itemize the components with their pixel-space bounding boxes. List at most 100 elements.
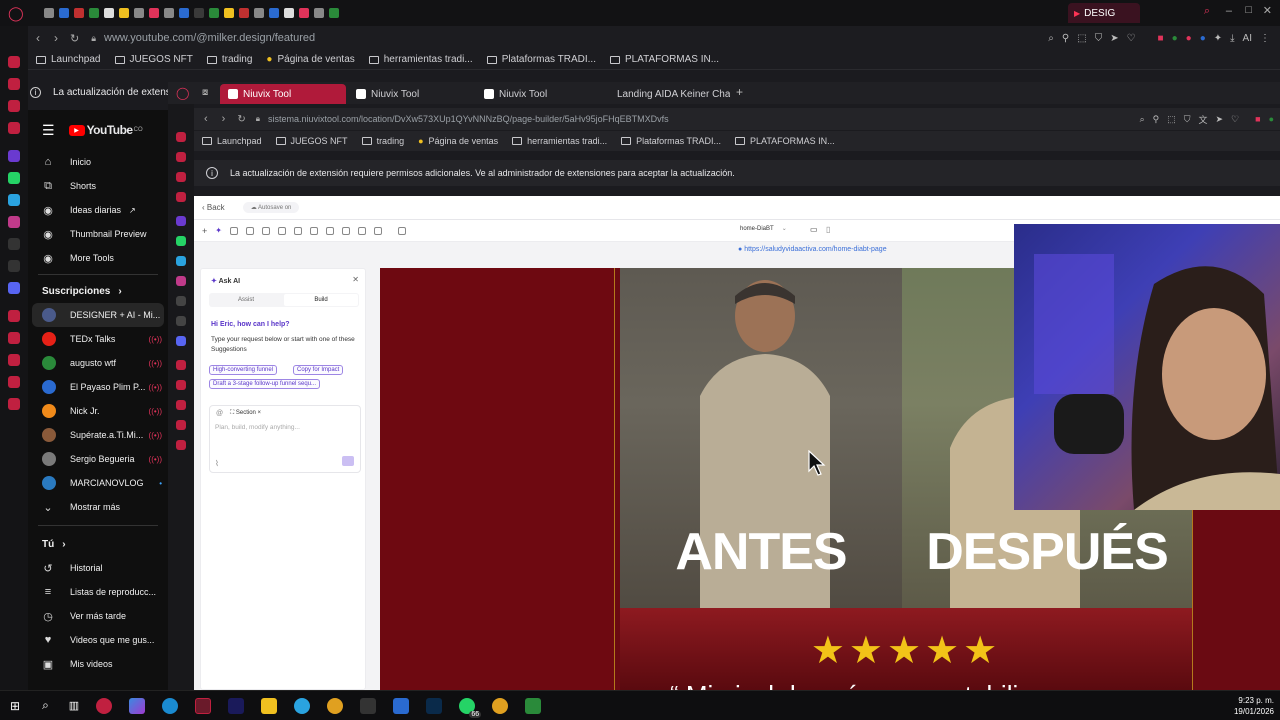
ai-prompt-input[interactable]: @ ⛶ Section × Plan, build, modify anythi… bbox=[209, 405, 361, 473]
blocks-icon[interactable] bbox=[341, 226, 350, 235]
subscriptions-heading[interactable]: Suscripciones › bbox=[28, 279, 168, 303]
menu-icon[interactable]: ⋮ bbox=[1260, 33, 1270, 44]
inner-url-field[interactable]: sistema.niuvixtool.com/location/DvXw573X… bbox=[268, 114, 669, 124]
x-icon[interactable] bbox=[176, 316, 186, 326]
sidebar-app-icon[interactable] bbox=[176, 132, 186, 142]
pin-icon[interactable]: ⚲ bbox=[1062, 33, 1069, 44]
tab-icon[interactable] bbox=[58, 8, 69, 18]
bookmark-plataformas-tradi[interactable]: Plataformas TRADI... bbox=[486, 54, 596, 65]
nav-inicio[interactable]: ⌂ Inicio bbox=[28, 150, 168, 174]
back-button[interactable]: ‹ Back bbox=[202, 203, 225, 212]
bookmark-juegos-nft[interactable]: JUEGOS NFT bbox=[275, 136, 348, 146]
pages-icon[interactable] bbox=[245, 226, 254, 235]
snapshot-icon[interactable]: ⬚ bbox=[1167, 114, 1176, 125]
copilot-icon[interactable] bbox=[129, 697, 146, 714]
file-explorer-icon[interactable] bbox=[261, 697, 278, 714]
sidebar-app-icon[interactable] bbox=[176, 420, 186, 430]
task-view-icon[interactable]: ▥ bbox=[69, 699, 79, 712]
forward-icon[interactable]: › bbox=[54, 31, 58, 45]
bookmark-launchpad[interactable]: Launchpad bbox=[36, 54, 101, 65]
tab-icon[interactable] bbox=[43, 8, 54, 18]
inner-tab-active[interactable]: Niuvix Tool bbox=[220, 84, 346, 104]
tab-icon[interactable] bbox=[268, 8, 279, 18]
inner-tab[interactable]: Niuvix Tool bbox=[348, 84, 474, 104]
desktop-view-icon[interactable]: ▭ bbox=[810, 225, 818, 234]
published-url-link[interactable]: ● https://saludyvidaactiva.com/home-diab… bbox=[738, 246, 887, 253]
zoom-icon[interactable]: ⌕ bbox=[1048, 33, 1054, 44]
tab-icon[interactable] bbox=[313, 8, 324, 18]
extension-icon[interactable]: ● bbox=[1172, 33, 1178, 44]
send-icon[interactable]: ➤ bbox=[1216, 114, 1224, 125]
sidebar-app-icon[interactable] bbox=[8, 78, 20, 90]
bookmark-juegos-nft[interactable]: JUEGOS NFT bbox=[114, 54, 193, 65]
extension-icon[interactable]: ● bbox=[1200, 33, 1206, 44]
bookmark-plataformas-tradi[interactable]: Plataformas TRADI... bbox=[621, 136, 721, 146]
tab-icon[interactable] bbox=[88, 8, 99, 18]
new-tab-icon[interactable]: + bbox=[736, 85, 743, 99]
chrome-icon[interactable] bbox=[327, 697, 344, 714]
opera-logo-icon[interactable]: ◯ bbox=[176, 86, 189, 100]
reload-icon[interactable]: ↻ bbox=[70, 32, 79, 45]
sidebar-app-icon[interactable] bbox=[8, 56, 20, 68]
suggestion-chip[interactable]: High-converting funnel bbox=[209, 365, 278, 375]
globe-icon[interactable] bbox=[357, 226, 366, 235]
mention-icon[interactable]: @ bbox=[216, 410, 223, 417]
database-icon[interactable] bbox=[277, 226, 286, 235]
subscription-item[interactable]: Sergio Begueria ((•)) bbox=[28, 447, 168, 471]
chrome-icon[interactable] bbox=[492, 697, 509, 714]
extension-icon[interactable]: ● bbox=[1269, 114, 1274, 124]
settings-icon[interactable] bbox=[8, 398, 20, 410]
nav-liked-videos[interactable]: ♥ Videos que me gus... bbox=[28, 628, 168, 652]
heart-icon[interactable]: ♡ bbox=[1127, 33, 1136, 44]
discord-icon[interactable] bbox=[8, 282, 20, 294]
snapshot-icon[interactable]: ⬚ bbox=[1077, 33, 1086, 44]
nav-watch-later[interactable]: ◷ Ver más tarde bbox=[28, 604, 168, 628]
send-icon[interactable]: ➤ bbox=[1110, 33, 1118, 44]
show-more-button[interactable]: ⌄ Mostrar más bbox=[28, 495, 168, 519]
tab-icon[interactable] bbox=[193, 8, 204, 18]
sidebar-app-icon[interactable] bbox=[176, 380, 186, 390]
subscription-item[interactable]: augusto wtf ((•)) bbox=[28, 351, 168, 375]
discord-icon[interactable] bbox=[176, 336, 186, 346]
opera-icon[interactable] bbox=[195, 697, 212, 714]
sidebar-app-icon[interactable] bbox=[8, 100, 20, 112]
reload-icon[interactable]: ↻ bbox=[237, 114, 245, 125]
tab-assist[interactable]: Assist bbox=[209, 294, 283, 306]
heart-icon[interactable]: ♡ bbox=[1231, 114, 1239, 125]
popup-icon[interactable] bbox=[325, 226, 334, 235]
photoshop-icon[interactable] bbox=[426, 697, 443, 714]
tab-overview-icon[interactable]: ⧇ bbox=[202, 87, 208, 98]
tab-icon[interactable] bbox=[223, 8, 234, 18]
mobile-view-icon[interactable]: ▯ bbox=[826, 225, 830, 234]
forms-icon[interactable] bbox=[309, 226, 318, 235]
inner-tab[interactable]: Landing AIDA Keiner Char bbox=[604, 84, 730, 104]
download-icon[interactable]: ⤓ bbox=[1230, 33, 1234, 44]
sidebar-app-icon[interactable] bbox=[8, 122, 20, 134]
tab-icon[interactable] bbox=[328, 8, 339, 18]
autosave-badge[interactable]: ☁ Autosave on bbox=[242, 202, 300, 213]
shield-icon[interactable]: ⛉ bbox=[1184, 114, 1191, 125]
system-clock[interactable]: 9:23 p. m. 19/01/2026 bbox=[1234, 695, 1274, 717]
search-icon[interactable]: ⌕ bbox=[42, 698, 49, 713]
sidebar-app-icon[interactable] bbox=[176, 152, 186, 162]
maximize-icon[interactable]: □ bbox=[1245, 4, 1252, 16]
tiktok-icon[interactable] bbox=[176, 296, 186, 306]
add-element-icon[interactable]: + bbox=[202, 226, 207, 236]
back-icon[interactable]: ‹ bbox=[36, 31, 40, 45]
subscription-item[interactable]: El Payaso Plim P... ((•)) bbox=[28, 375, 168, 399]
tab-icon[interactable] bbox=[208, 8, 219, 18]
youtube-logo-icon[interactable]: ▶ bbox=[68, 124, 85, 136]
forward-icon[interactable]: › bbox=[222, 113, 226, 125]
tab-icon[interactable] bbox=[148, 8, 159, 18]
nav-shorts[interactable]: ⧉ Shorts bbox=[28, 174, 168, 198]
shield-icon[interactable]: ⛉ bbox=[1095, 33, 1103, 44]
bookmark-pagina-ventas[interactable]: ● Página de ventas bbox=[418, 136, 498, 146]
sidebar-app-icon[interactable] bbox=[176, 172, 186, 182]
x-icon[interactable] bbox=[8, 260, 20, 272]
bookmark-herramientas[interactable]: herramientas tradi... bbox=[512, 136, 607, 146]
inner-tab[interactable]: Niuvix Tool bbox=[476, 84, 602, 104]
subscription-item[interactable]: TEDx Talks ((•)) bbox=[28, 327, 168, 351]
hamburger-menu-icon[interactable]: ☰ bbox=[42, 122, 55, 139]
sidebar-app-icon[interactable] bbox=[176, 400, 186, 410]
extension-icon[interactable]: ■ bbox=[1158, 33, 1164, 44]
